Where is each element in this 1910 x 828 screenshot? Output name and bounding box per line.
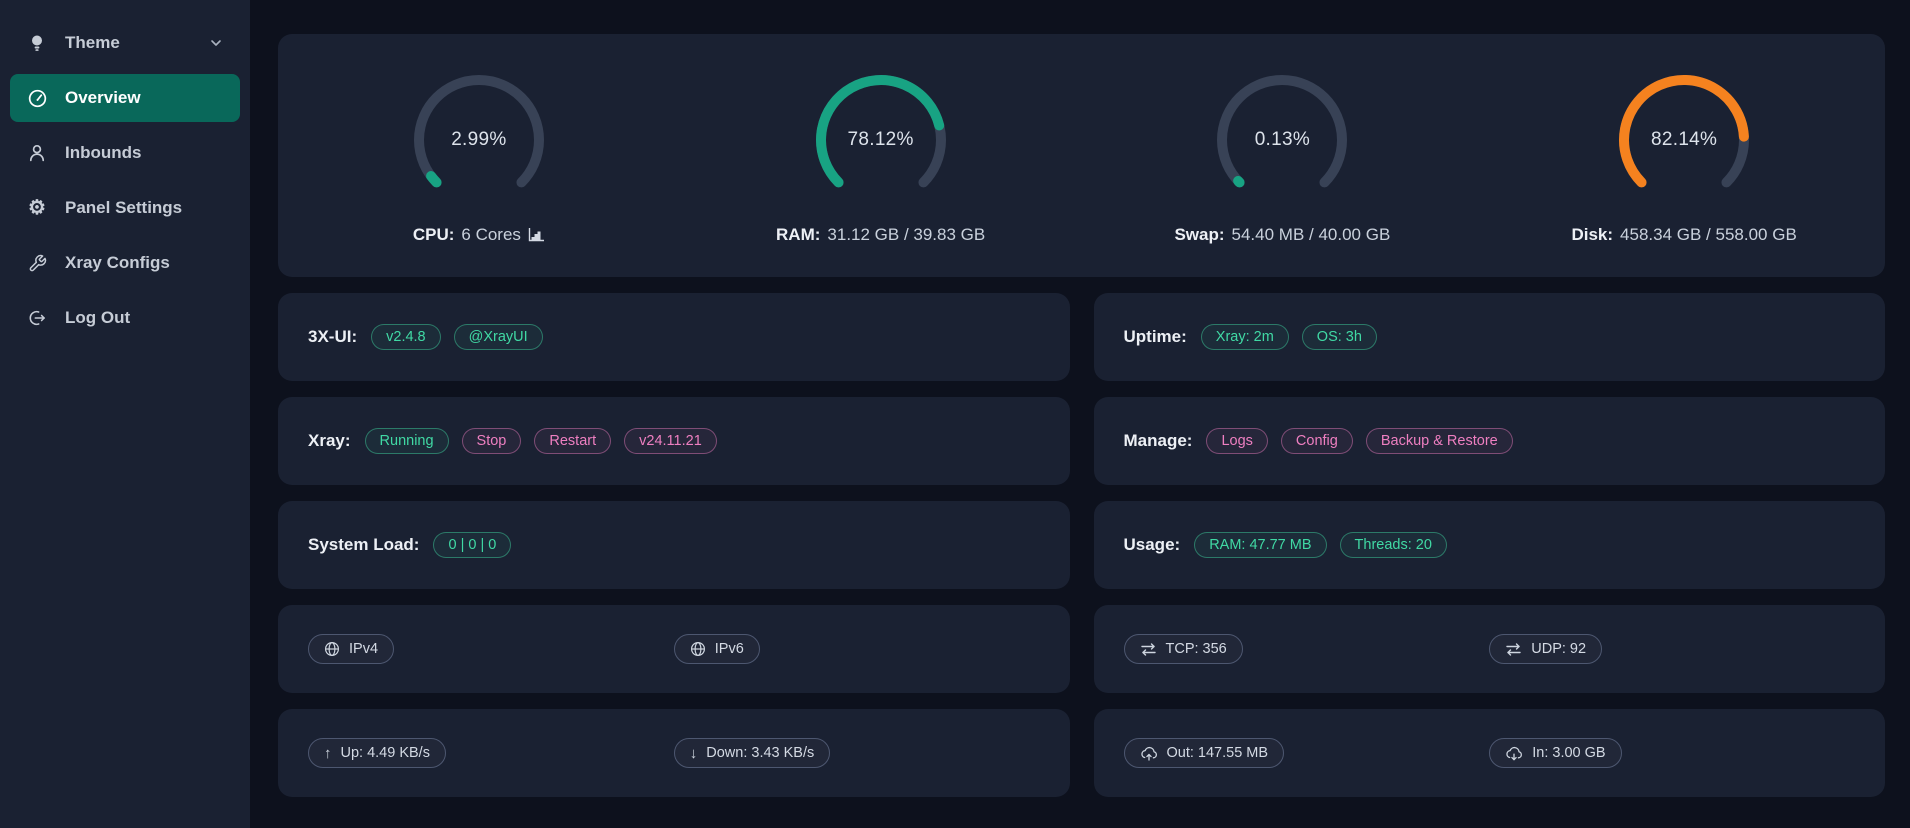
system-gauges-card: 2.99% CPU: 6 Cores 78.12% RAM: 31.12 G [278,34,1885,277]
swap-percent: 0.13% [1209,67,1355,213]
arrow-up-icon: ↑ [324,746,332,761]
cpu-label: CPU: 6 Cores [413,225,545,245]
xray-status-badge: Running [365,428,449,454]
logout-icon [26,307,48,329]
sidebar-item-inbounds[interactable]: Inbounds [10,129,240,177]
system-load-card: System Load: 0 | 0 | 0 [278,501,1070,589]
wrench-icon [26,252,48,274]
disk-gauge: 82.14% Disk: 458.34 GB / 558.00 GB [1483,67,1885,245]
ip-card: IPv4 IPv6 [278,605,1070,693]
sidebar-item-label: Inbounds [65,143,141,163]
manage-card: Manage: Logs Config Backup & Restore [1094,397,1886,485]
globe-icon [690,641,706,657]
xui-card: 3X-UI: v2.4.8 @XrayUI [278,293,1070,381]
traffic-out-pill: Out: 147.55 MB [1124,738,1285,768]
xui-telegram-badge[interactable]: @XrayUI [454,324,543,350]
chevron-down-icon [208,35,224,51]
traffic-card: Out: 147.55 MB In: 3.00 GB [1094,709,1886,797]
manage-logs-button[interactable]: Logs [1206,428,1267,454]
usage-card: Usage: RAM: 47.77 MB Threads: 20 [1094,501,1886,589]
ram-gauge: 78.12% RAM: 31.12 GB / 39.83 GB [680,67,1082,245]
dashboard-gauge-icon [26,87,48,109]
cpu-history-chart-icon[interactable] [528,227,545,242]
ram-label: RAM: 31.12 GB / 39.83 GB [776,225,985,245]
uptime-label: Uptime: [1124,327,1187,347]
disk-percent: 82.14% [1611,67,1757,213]
cpu-gauge: 2.99% CPU: 6 Cores [278,67,680,245]
usage-label: Usage: [1124,535,1181,555]
udp-count-pill: UDP: 92 [1489,634,1602,664]
system-load-label: System Load: [308,535,419,555]
xray-label: Xray: [308,431,351,451]
uptime-os-badge: OS: 3h [1302,324,1377,350]
globe-icon [324,641,340,657]
system-load-badge: 0 | 0 | 0 [433,532,511,558]
xray-restart-button[interactable]: Restart [534,428,611,454]
download-speed-pill: ↓ Down: 3.43 KB/s [674,738,831,768]
connections-card: TCP: 356 UDP: 92 [1094,605,1886,693]
sidebar-item-label: Xray Configs [65,253,170,273]
tcp-count-pill: TCP: 356 [1124,634,1243,664]
xray-card: Xray: Running Stop Restart v24.11.21 [278,397,1070,485]
ram-percent: 78.12% [808,67,954,213]
transfer-arrows-icon [1140,643,1157,656]
sidebar-item-label: Panel Settings [65,198,182,218]
info-rows: 3X-UI: v2.4.8 @XrayUI Uptime: Xray: 2m O… [278,293,1885,797]
lightbulb-icon [26,32,48,54]
sidebar-item-xray-configs[interactable]: Xray Configs [10,239,240,287]
xray-version-badge[interactable]: v24.11.21 [624,428,717,454]
sidebar-item-panel-settings[interactable]: ⚙ Panel Settings [10,184,240,232]
cloud-download-icon [1505,746,1523,761]
sidebar-item-logout[interactable]: Log Out [10,294,240,342]
sidebar-item-label: Log Out [65,308,130,328]
main-content: 2.99% CPU: 6 Cores 78.12% RAM: 31.12 G [250,0,1910,828]
manage-backup-restore-button[interactable]: Backup & Restore [1366,428,1513,454]
xray-stop-button[interactable]: Stop [462,428,522,454]
speed-card: ↑ Up: 4.49 KB/s ↓ Down: 3.43 KB/s [278,709,1070,797]
sidebar-item-theme[interactable]: Theme [10,19,240,67]
gear-icon: ⚙ [26,197,48,219]
xui-version-badge[interactable]: v2.4.8 [371,324,441,350]
ipv4-pill: IPv4 [308,634,394,664]
xui-label: 3X-UI: [308,327,357,347]
uptime-xray-badge: Xray: 2m [1201,324,1289,350]
cpu-percent: 2.99% [406,67,552,213]
user-icon [26,142,48,164]
manage-config-button[interactable]: Config [1281,428,1353,454]
usage-ram-badge: RAM: 47.77 MB [1194,532,1326,558]
usage-threads-badge: Threads: 20 [1340,532,1447,558]
arrow-down-icon: ↓ [690,746,698,761]
sidebar-item-label: Theme [65,33,120,53]
uptime-card: Uptime: Xray: 2m OS: 3h [1094,293,1886,381]
cloud-upload-icon [1140,746,1158,761]
traffic-in-pill: In: 3.00 GB [1489,738,1621,768]
transfer-arrows-icon [1505,643,1522,656]
manage-label: Manage: [1124,431,1193,451]
sidebar-item-label: Overview [65,88,141,108]
ipv6-pill: IPv6 [674,634,760,664]
swap-gauge: 0.13% Swap: 54.40 MB / 40.00 GB [1082,67,1484,245]
upload-speed-pill: ↑ Up: 4.49 KB/s [308,738,446,768]
sidebar-item-overview[interactable]: Overview [10,74,240,122]
disk-label: Disk: 458.34 GB / 558.00 GB [1571,225,1796,245]
sidebar: Theme Overview Inbounds ⚙ Panel Settings… [0,0,250,828]
swap-label: Swap: 54.40 MB / 40.00 GB [1174,225,1390,245]
